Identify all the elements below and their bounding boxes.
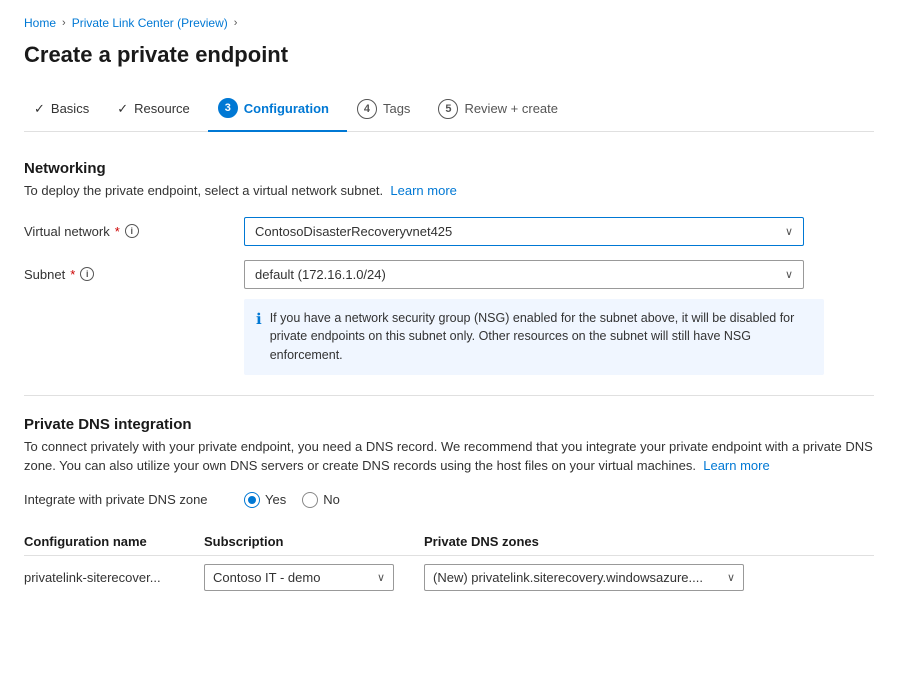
dns-integrate-label: Integrate with private DNS zone	[24, 492, 244, 507]
step-tags-label: Tags	[383, 101, 410, 116]
step-resource[interactable]: ✓ Resource	[107, 91, 208, 129]
dns-col-subscription: Subscription	[204, 528, 424, 556]
networking-section: Networking To deploy the private endpoin…	[24, 160, 874, 375]
step-review[interactable]: 5 Review + create	[428, 89, 576, 131]
dns-section: Private DNS integration To connect priva…	[24, 416, 874, 599]
dns-subscription-dropdown[interactable]: Contoso IT - demo ∨	[204, 564, 394, 591]
subnet-label: Subnet * i	[24, 267, 244, 282]
dns-row-config: privatelink-siterecover...	[24, 555, 204, 599]
dns-zones-chevron: ∨	[727, 571, 735, 584]
step-basics-check: ✓	[34, 101, 45, 117]
step-resource-check: ✓	[117, 101, 128, 117]
breadcrumb-sep2: ›	[234, 17, 238, 29]
dns-desc: To connect privately with your private e…	[24, 437, 874, 476]
wizard-steps: ✓ Basics ✓ Resource 3 Configuration 4 Ta…	[24, 88, 874, 132]
nsg-info-icon: ℹ	[256, 310, 262, 365]
dns-learn-more[interactable]: Learn more	[703, 458, 769, 473]
dns-yes-label: Yes	[265, 492, 286, 507]
subnet-info-icon[interactable]: i	[80, 267, 94, 281]
page-title: Create a private endpoint	[24, 42, 874, 68]
dns-col-config: Configuration name	[24, 528, 204, 556]
step-basics-label: Basics	[51, 101, 89, 116]
virtual-network-info-icon[interactable]: i	[125, 224, 139, 238]
step-review-label: Review + create	[464, 101, 558, 116]
step-configuration-num: 3	[218, 98, 238, 118]
nsg-info-box: ℹ If you have a network security group (…	[244, 299, 824, 375]
dns-yes-radio[interactable]	[244, 492, 260, 508]
dns-subscription-value: Contoso IT - demo	[213, 570, 320, 585]
step-tags-num: 4	[357, 99, 377, 119]
virtual-network-value: ContosoDisasterRecoveryvnet425	[255, 224, 452, 239]
virtual-network-required: *	[115, 224, 120, 239]
dns-zones-value: (New) privatelink.siterecovery.windowsaz…	[433, 570, 703, 585]
networking-desc: To deploy the private endpoint, select a…	[24, 181, 874, 201]
step-configuration-label: Configuration	[244, 101, 329, 116]
dns-title: Private DNS integration	[24, 416, 874, 433]
nsg-info-text: If you have a network security group (NS…	[270, 309, 812, 365]
virtual-network-row: Virtual network * i ContosoDisasterRecov…	[24, 217, 874, 246]
dns-subscription-chevron: ∨	[377, 571, 385, 584]
subnet-chevron: ∨	[785, 268, 793, 281]
dns-integrate-row: Integrate with private DNS zone Yes No	[24, 492, 874, 508]
breadcrumb-home[interactable]: Home	[24, 16, 56, 30]
dns-zones-dropdown[interactable]: (New) privatelink.siterecovery.windowsaz…	[424, 564, 744, 591]
dns-radio-options: Yes No	[244, 492, 340, 508]
subnet-required: *	[70, 267, 75, 282]
breadcrumb: Home › Private Link Center (Preview) ›	[24, 16, 874, 30]
dns-yes-option[interactable]: Yes	[244, 492, 286, 508]
section-divider	[24, 395, 874, 396]
subnet-value: default (172.16.1.0/24)	[255, 267, 386, 282]
networking-title: Networking	[24, 160, 874, 177]
breadcrumb-center[interactable]: Private Link Center (Preview)	[72, 16, 228, 30]
virtual-network-chevron: ∨	[785, 225, 793, 238]
virtual-network-label: Virtual network * i	[24, 224, 244, 239]
table-row: privatelink-siterecover... Contoso IT - …	[24, 555, 874, 599]
subnet-row: Subnet * i default (172.16.1.0/24) ∨	[24, 260, 874, 289]
subnet-dropdown[interactable]: default (172.16.1.0/24) ∨	[244, 260, 804, 289]
step-basics[interactable]: ✓ Basics	[24, 91, 107, 129]
step-configuration[interactable]: 3 Configuration	[208, 88, 347, 132]
step-review-num: 5	[438, 99, 458, 119]
dns-row-zones: (New) privatelink.siterecovery.windowsaz…	[424, 555, 874, 599]
dns-no-option[interactable]: No	[302, 492, 340, 508]
breadcrumb-sep1: ›	[62, 17, 66, 29]
dns-no-label: No	[323, 492, 340, 507]
step-tags[interactable]: 4 Tags	[347, 89, 428, 131]
step-resource-label: Resource	[134, 101, 190, 116]
dns-col-zones: Private DNS zones	[424, 528, 874, 556]
networking-learn-more[interactable]: Learn more	[390, 183, 456, 198]
dns-row-subscription: Contoso IT - demo ∨	[204, 555, 424, 599]
dns-no-radio[interactable]	[302, 492, 318, 508]
virtual-network-dropdown[interactable]: ContosoDisasterRecoveryvnet425 ∨	[244, 217, 804, 246]
dns-table: Configuration name Subscription Private …	[24, 528, 874, 599]
